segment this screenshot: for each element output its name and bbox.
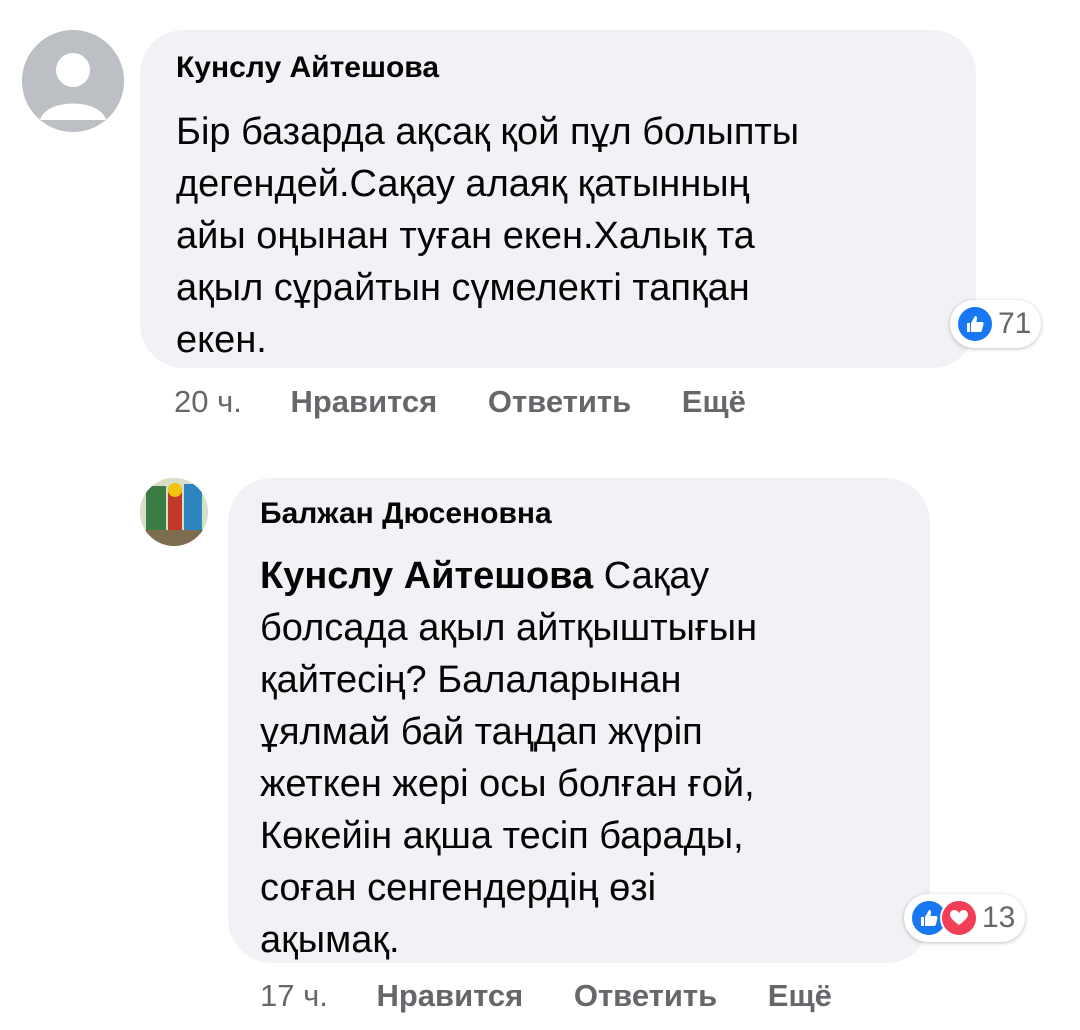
user-silhouette-icon: [22, 30, 124, 132]
comment-line: дегендей.Сақау алаяқ қатынның: [176, 163, 750, 205]
comment-actions: 20 ч. Нравится Ответить Ещё: [174, 384, 746, 420]
comment-bubble: Кунслу Айтешова Бір базарда ақсақ қой пұ…: [140, 30, 976, 368]
comment-line: Кунслу Айтешова Сақау: [260, 550, 757, 602]
comment-line: ақымақ.: [260, 919, 400, 961]
comment-line: жеткен жері осы болған ғой,: [260, 763, 755, 805]
comment-line: екен.: [176, 319, 267, 361]
user-avatar[interactable]: [140, 478, 208, 546]
reply-button[interactable]: Ответить: [488, 384, 631, 420]
comment-text: Бір базарда ақсақ қой пұл болыпты дегенд…: [176, 106, 799, 366]
comment-time[interactable]: 20 ч.: [174, 384, 242, 420]
comment-line: Бір базарда ақсақ қой пұл болыпты: [176, 111, 800, 153]
comment-line: соған сенгендердің өзі: [260, 867, 657, 909]
comment-author[interactable]: Балжан Дюсеновна: [260, 496, 552, 532]
reaction-count: 71: [998, 307, 1032, 340]
comment-line: Көкейін ақша тесіп барады,: [260, 815, 744, 857]
reaction-count: 13: [982, 901, 1016, 934]
comment-line: айы оңынан туған екен.Халық та: [176, 215, 755, 257]
comment-time[interactable]: 17 ч.: [260, 978, 328, 1014]
reaction-summary[interactable]: 71: [950, 300, 1042, 348]
comment-line: ұялмай бай таңдап жүріп: [260, 711, 703, 753]
comment-actions: 17 ч. Нравится Ответить Ещё: [260, 978, 832, 1014]
comment-line: қайтесің? Балаларынан: [260, 659, 682, 701]
comment-line: ақыл сұрайтын сүмелекті тапқан: [176, 267, 750, 309]
like-icon: [956, 305, 994, 343]
more-button[interactable]: Ещё: [682, 384, 746, 420]
avatar-photo-icon: [140, 478, 208, 546]
comment-text: Кунслу Айтешова Сақау болсада ақыл айтқы…: [260, 550, 757, 966]
comment-line-rest: Сақау: [593, 555, 710, 597]
like-button[interactable]: Нравится: [376, 978, 523, 1014]
reply-button[interactable]: Ответить: [574, 978, 717, 1014]
comment-author[interactable]: Кунслу Айтешова: [176, 50, 439, 86]
love-icon: [940, 899, 978, 937]
like-button[interactable]: Нравится: [290, 384, 437, 420]
reaction-summary[interactable]: 13: [904, 894, 1026, 942]
comment-bubble: Балжан Дюсеновна Кунслу Айтешова Сақау б…: [228, 478, 930, 963]
mention-link[interactable]: Кунслу Айтешова: [260, 555, 593, 597]
more-button[interactable]: Ещё: [768, 978, 832, 1014]
default-avatar[interactable]: [22, 30, 124, 132]
comment-line: болсада ақыл айтқыштығын: [260, 607, 758, 649]
